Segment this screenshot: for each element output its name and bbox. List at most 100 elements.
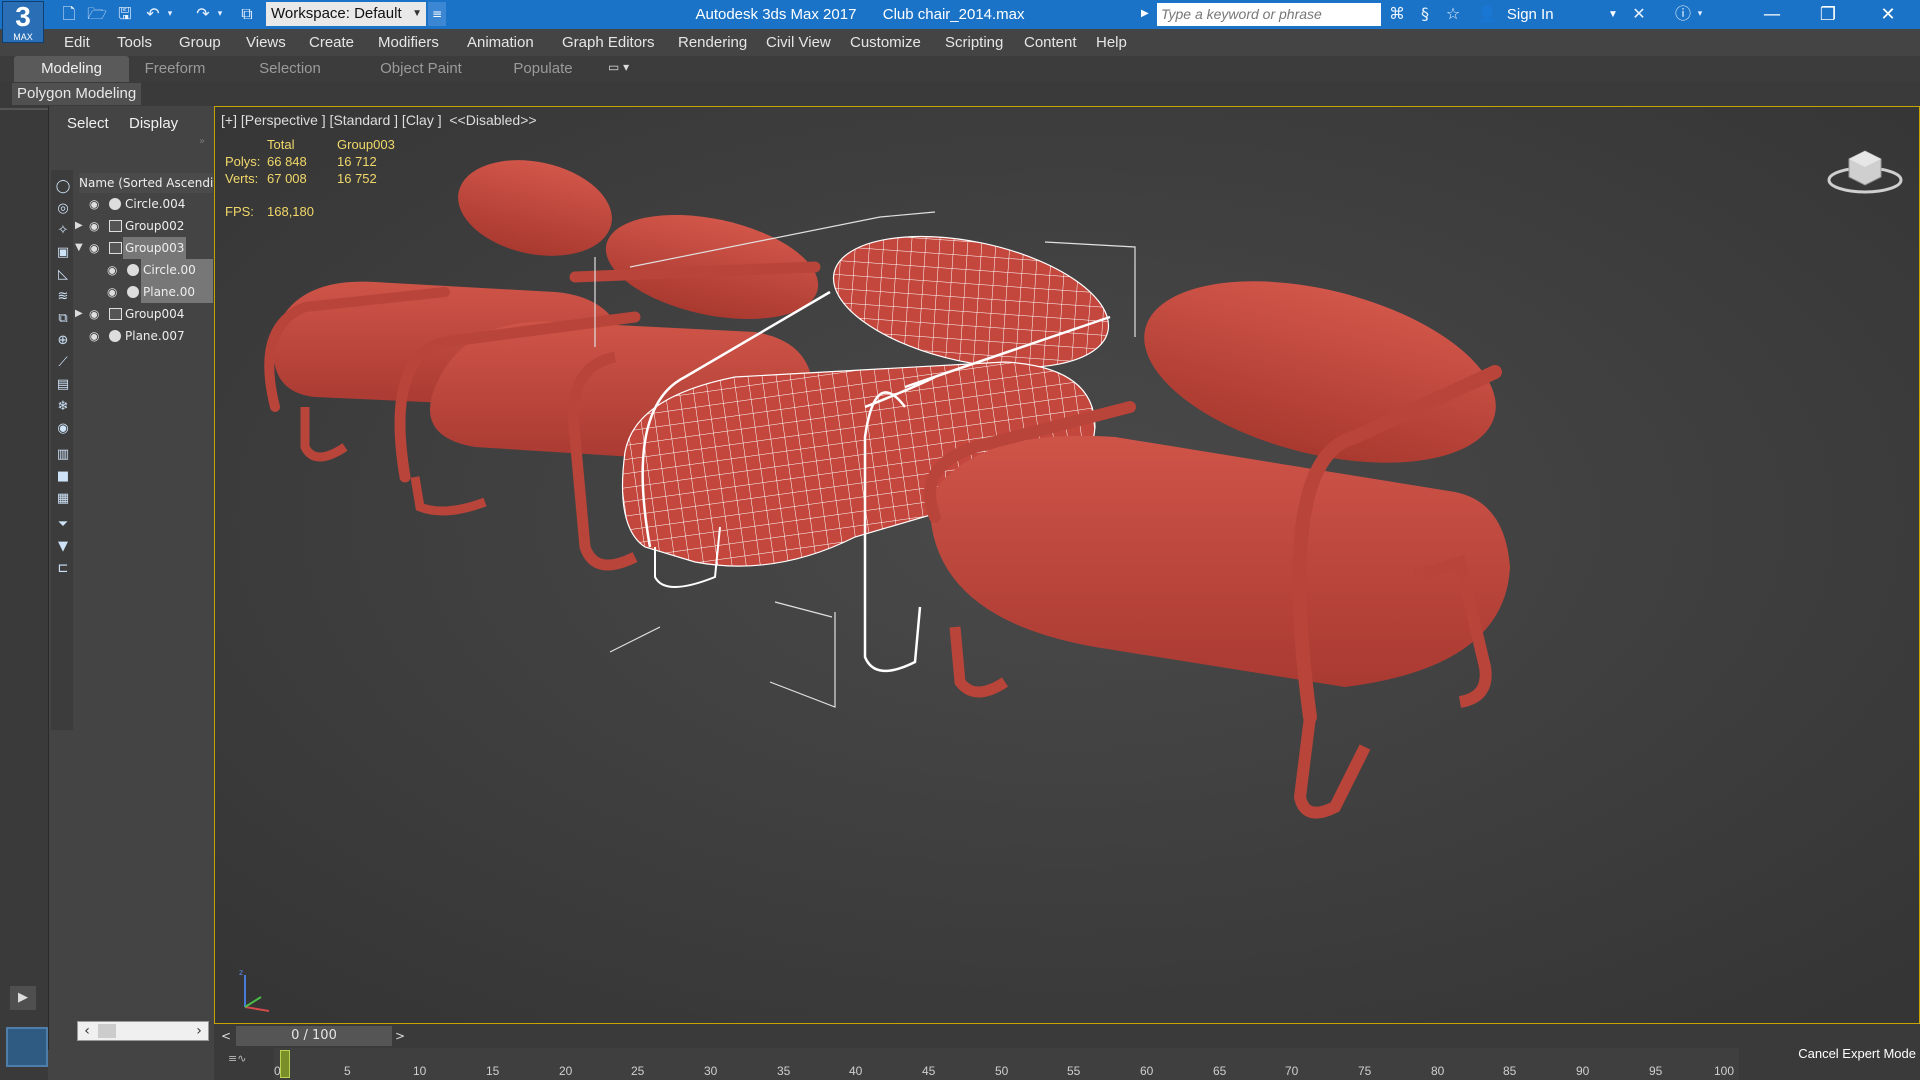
filter-options-icon[interactable]: ⏷ <box>54 516 72 534</box>
bookmark-icon[interactable]: ⊏ <box>54 560 72 578</box>
bones-filter-icon[interactable]: ⟋ <box>54 354 72 372</box>
visibility-eye-icon[interactable]: ◉ <box>107 259 123 281</box>
explorer-filter-toolbar: ◯ ◎ ✧ ▣ ◺ ≋ ⧉ ⊕ ⟋ ▤ ❄ ◉ ▥ ■ ▦ ⏷ ▼ ⊏ <box>51 170 73 730</box>
save-file-icon[interactable]: 🖫 <box>114 4 136 24</box>
expand-arrow-icon[interactable]: ▶ <box>75 215 87 237</box>
workspace-select[interactable]: Workspace: Default ▼ <box>266 2 426 26</box>
filter-icon[interactable]: ▼ <box>54 538 72 556</box>
tab-modeling[interactable]: Modeling <box>14 56 129 82</box>
visibility-eye-icon[interactable]: ◉ <box>89 237 105 259</box>
redo-icon[interactable]: ↷ <box>192 4 214 24</box>
tree-row-circle-00[interactable]: ◉ Circle.00 <box>75 259 213 281</box>
next-frame-button[interactable]: > <box>392 1027 408 1045</box>
horizontal-scrollbar[interactable]: ‹ › <box>77 1021 209 1041</box>
menu-civil-view[interactable]: Civil View <box>766 29 831 56</box>
mini-curve-editor-icon[interactable]: ≡∿ <box>228 1052 252 1068</box>
hidden-filter-icon[interactable]: ◉ <box>54 420 72 438</box>
visibility-eye-icon[interactable]: ◉ <box>107 281 123 303</box>
quick-access-menu-button[interactable]: ≡ <box>428 2 446 26</box>
menu-customize[interactable]: Customize <box>850 29 921 56</box>
favorites-star-icon[interactable]: ☆ <box>1442 4 1464 24</box>
frozen-filter-icon[interactable]: ❄ <box>54 398 72 416</box>
list-view-icon[interactable]: ▥ <box>54 446 72 464</box>
tree-row-plane-007[interactable]: ◉ Plane.007 <box>75 325 213 347</box>
tree-row-circle-004[interactable]: ◉ Circle.004 <box>75 193 213 215</box>
binoculars-icon[interactable]: ⌘ <box>1386 4 1408 24</box>
column-header-name[interactable]: Name (Sorted Ascendi <box>79 173 213 193</box>
xrefs-filter-icon[interactable]: ⊕ <box>54 332 72 350</box>
new-file-icon[interactable]: 🗋 <box>58 4 80 24</box>
spacewarps-filter-icon[interactable]: ≋ <box>54 288 72 306</box>
layer-view-icon[interactable]: ■ <box>54 468 72 486</box>
menu-content[interactable]: Content <box>1024 29 1077 56</box>
lights-filter-icon[interactable]: ✧ <box>54 222 72 240</box>
menu-graph-editors[interactable]: Graph Editors <box>562 29 655 56</box>
visibility-eye-icon[interactable]: ◉ <box>89 215 105 237</box>
viewcube-icon[interactable] <box>1825 137 1905 197</box>
object-sphere-icon <box>127 286 139 298</box>
menu-edit[interactable]: Edit <box>64 29 90 56</box>
scroll-right-icon[interactable]: › <box>190 1022 208 1040</box>
help-dropdown-icon[interactable]: ▾ <box>1694 4 1706 24</box>
menu-scripting[interactable]: Scripting <box>945 29 1003 56</box>
restore-icon[interactable]: ❐ <box>1800 0 1856 29</box>
tree-row-group004[interactable]: ▶ ◉ Group004 <box>75 303 213 325</box>
scroll-left-icon[interactable]: ‹ <box>78 1022 96 1040</box>
subscription-icon[interactable]: § <box>1414 4 1436 24</box>
menu-create[interactable]: Create <box>309 29 354 56</box>
tab-select[interactable]: Select <box>67 112 109 136</box>
panel-pin-icon[interactable]: » <box>199 136 205 147</box>
open-file-icon[interactable]: 🗁 <box>86 4 108 24</box>
exchange-apps-icon[interactable]: ✕ <box>1628 4 1650 24</box>
tab-populate[interactable]: Populate <box>498 56 588 82</box>
menu-rendering[interactable]: Rendering <box>678 29 747 56</box>
menu-views[interactable]: Views <box>246 29 286 56</box>
tab-display[interactable]: Display <box>129 112 178 136</box>
menu-modifiers[interactable]: Modifiers <box>378 29 439 56</box>
properties-icon[interactable]: ▦ <box>54 490 72 508</box>
help-icon[interactable]: ⓘ <box>1672 4 1694 24</box>
perspective-viewport[interactable]: [+] [Perspective ] [Standard ] [Clay ] <… <box>214 106 1920 1024</box>
viewport-layout-button[interactable] <box>6 1027 48 1067</box>
previous-frame-button[interactable]: < <box>218 1027 234 1045</box>
redo-dropdown-icon[interactable]: ▾ <box>214 4 226 24</box>
menu-animation[interactable]: Animation <box>467 29 534 56</box>
viewport-label-menu[interactable]: [+] [Perspective ] [Standard ] [Clay ] <… <box>221 112 537 128</box>
undo-icon[interactable]: ↶ <box>142 4 164 24</box>
shapes-filter-icon[interactable]: ◎ <box>54 200 72 218</box>
polygon-modeling-panel[interactable]: Polygon Modeling <box>12 83 142 105</box>
visibility-eye-icon[interactable]: ◉ <box>89 325 105 347</box>
close-icon[interactable]: ✕ <box>1860 0 1916 29</box>
tab-selection[interactable]: Selection <box>240 56 340 82</box>
cameras-filter-icon[interactable]: ▣ <box>54 244 72 262</box>
search-expand-icon[interactable]: ▶ <box>1141 4 1153 24</box>
scrollbar-thumb[interactable] <box>98 1024 116 1038</box>
tree-row-plane-00[interactable]: ◉ Plane.00 <box>75 281 213 303</box>
timeline-track[interactable]: 0 5 10 15 20 25 30 35 40 45 50 55 60 65 … <box>274 1048 1739 1080</box>
search-input[interactable]: Type a keyword or phrase <box>1157 3 1381 26</box>
minimize-icon[interactable]: — <box>1744 0 1800 29</box>
visibility-eye-icon[interactable]: ◉ <box>89 303 105 325</box>
containers-filter-icon[interactable]: ▤ <box>54 376 72 394</box>
undo-dropdown-icon[interactable]: ▾ <box>164 4 176 24</box>
groups-filter-icon[interactable]: ⧉ <box>54 310 72 328</box>
tree-row-group003[interactable]: ▼ ◉ Group003 <box>75 237 213 259</box>
tab-object-paint[interactable]: Object Paint <box>366 56 476 82</box>
geometry-filter-icon[interactable]: ◯ <box>54 178 72 196</box>
menu-group[interactable]: Group <box>179 29 221 56</box>
expand-arrow-icon[interactable]: ▶ <box>75 303 87 325</box>
ribbon-display-toggle-icon[interactable]: ▭ ▾ <box>608 60 644 78</box>
menu-help[interactable]: Help <box>1096 29 1127 56</box>
project-folder-icon[interactable]: ⧉ <box>236 4 258 24</box>
menu-tools[interactable]: Tools <box>117 29 152 56</box>
visibility-eye-icon[interactable]: ◉ <box>89 193 105 215</box>
time-slider-thumb[interactable]: 0 / 100 <box>236 1026 392 1046</box>
expand-panel-icon[interactable]: ▶ <box>10 986 36 1010</box>
app-logo-button[interactable]: 3 MAX <box>2 1 44 43</box>
cancel-expert-mode-button[interactable]: Cancel Expert Mode <box>1716 1046 1920 1066</box>
current-frame-marker[interactable] <box>280 1050 290 1078</box>
tree-row-group002[interactable]: ▶ ◉ Group002 <box>75 215 213 237</box>
helpers-filter-icon[interactable]: ◺ <box>54 266 72 284</box>
tab-freeform[interactable]: Freeform <box>130 56 220 82</box>
collapse-arrow-icon[interactable]: ▼ <box>75 237 87 259</box>
